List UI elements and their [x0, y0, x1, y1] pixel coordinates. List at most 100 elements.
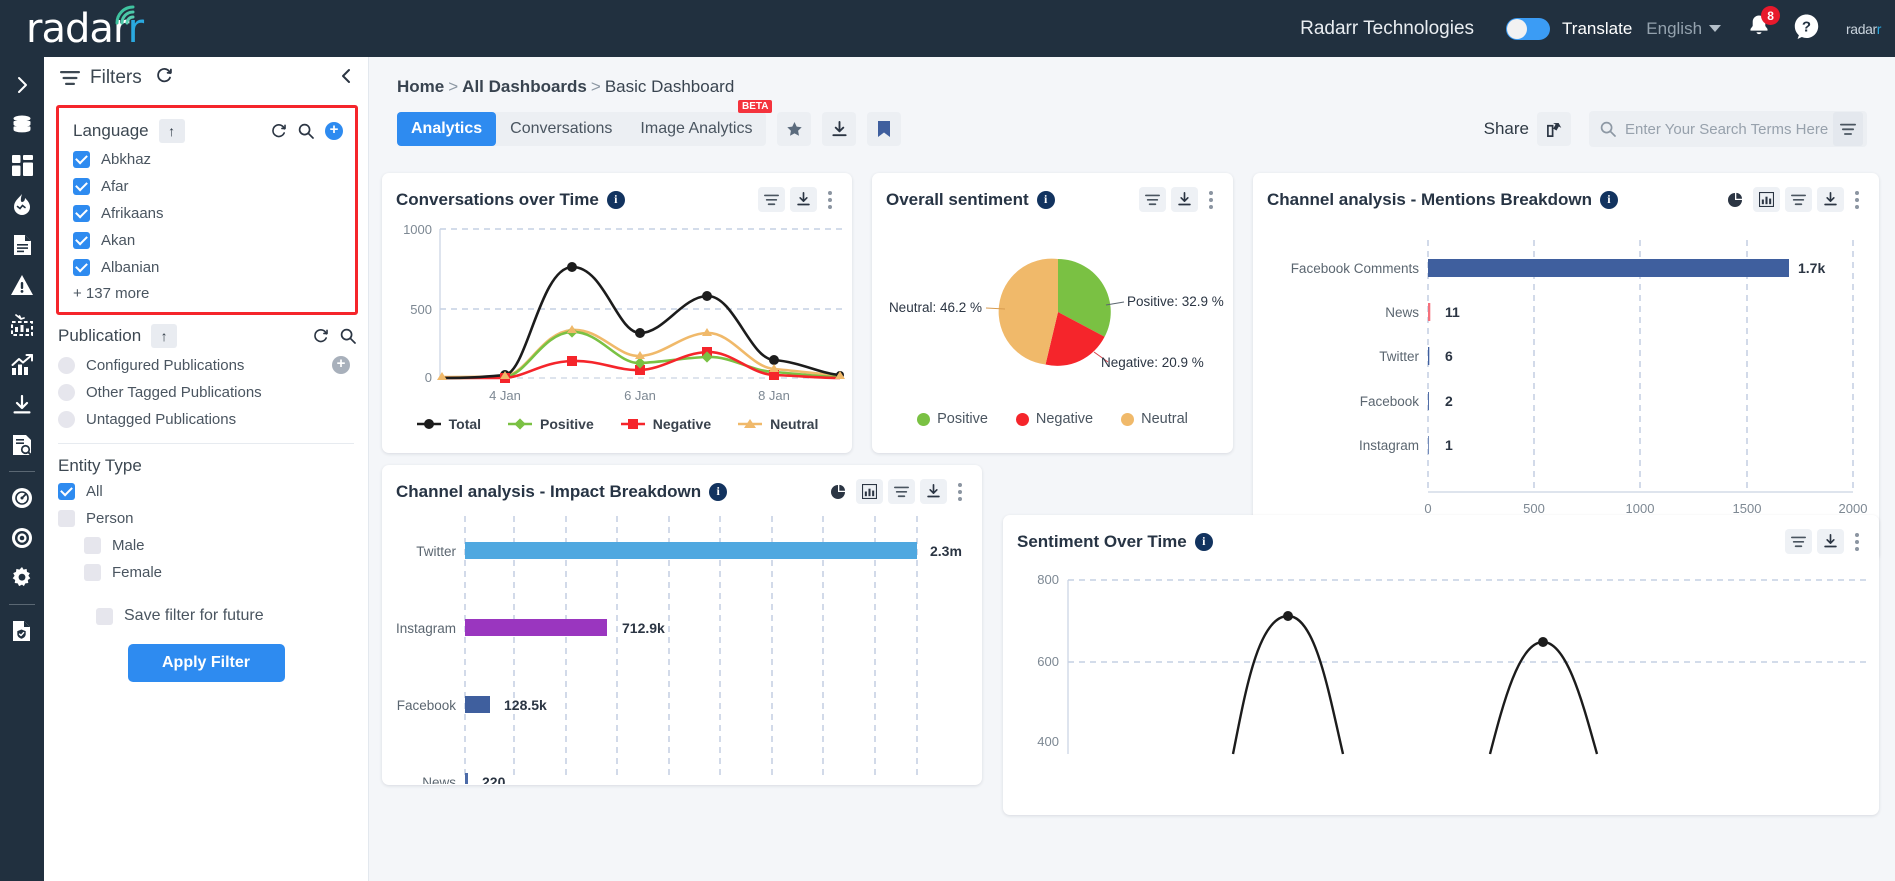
- share-button[interactable]: [1537, 112, 1571, 146]
- publication-refresh-button[interactable]: [313, 328, 329, 344]
- language-refresh-button[interactable]: [271, 123, 287, 139]
- notifications-button[interactable]: 8: [1747, 6, 1781, 44]
- sidebar-item-compliance[interactable]: [0, 611, 44, 651]
- publication-add-button[interactable]: +: [332, 356, 350, 374]
- info-icon[interactable]: i: [606, 190, 625, 209]
- card-download-button[interactable]: [1817, 529, 1844, 554]
- tab-image-analytics[interactable]: Image Analytics BETA: [626, 100, 773, 146]
- legend-negative[interactable]: Negative: [1015, 411, 1093, 427]
- legend-neutral[interactable]: Neutral: [737, 416, 818, 432]
- entity-type-option-row[interactable]: Female: [44, 559, 368, 586]
- legend-positive[interactable]: Positive: [917, 411, 988, 427]
- sidebar-item-settings[interactable]: [0, 558, 44, 598]
- sidebar-item-report-search[interactable]: [0, 425, 44, 465]
- language-checkbox[interactable]: [73, 232, 90, 249]
- language-option-row[interactable]: Akan: [59, 227, 355, 254]
- tab-analytics[interactable]: Analytics: [397, 112, 497, 146]
- language-option-row[interactable]: Afrikaans: [59, 200, 355, 227]
- language-checkbox[interactable]: [73, 205, 90, 222]
- language-more-link[interactable]: + 137 more: [59, 281, 355, 302]
- language-add-button[interactable]: +: [325, 122, 343, 140]
- publication-radio[interactable]: [58, 384, 75, 401]
- sidebar-item-documents[interactable]: [0, 225, 44, 265]
- sidebar-item-dashboards[interactable]: [0, 145, 44, 185]
- card-download-button[interactable]: [1171, 187, 1198, 212]
- card-filter-button[interactable]: [758, 187, 785, 212]
- bookmark-button[interactable]: [867, 112, 902, 146]
- sidebar-item-trending[interactable]: [0, 185, 44, 225]
- search-filter-button[interactable]: [1833, 112, 1863, 146]
- save-filter-row[interactable]: Save filter for future: [44, 602, 368, 630]
- sidebar-item-download[interactable]: [0, 385, 44, 425]
- sidebar-item-analytics-board[interactable]: [0, 305, 44, 345]
- entity-type-checkbox[interactable]: [58, 483, 75, 500]
- publication-option-row[interactable]: Other Tagged Publications: [44, 379, 368, 406]
- breadcrumb-all-dashboards[interactable]: All Dashboards: [462, 77, 587, 96]
- card-download-button[interactable]: [1817, 187, 1844, 212]
- info-icon[interactable]: i: [1036, 190, 1055, 209]
- legend-negative[interactable]: Negative: [620, 416, 711, 432]
- radarr-logo[interactable]: radarr: [26, 5, 144, 49]
- tab-conversations[interactable]: Conversations: [496, 112, 626, 146]
- language-option-row[interactable]: Abkhaz: [59, 146, 355, 173]
- card-menu-button[interactable]: [1849, 190, 1865, 209]
- card-menu-button[interactable]: [1849, 532, 1865, 551]
- language-sort-button[interactable]: ↑: [158, 119, 185, 143]
- card-download-button[interactable]: [920, 479, 947, 504]
- card-menu-button[interactable]: [1203, 190, 1219, 209]
- chevron-down-icon[interactable]: [1709, 25, 1722, 32]
- language-checkbox[interactable]: [73, 151, 90, 168]
- publication-option-row[interactable]: Configured Publications +: [44, 351, 368, 379]
- card-filter-button[interactable]: [1785, 187, 1812, 212]
- entity-type-checkbox[interactable]: [58, 510, 75, 527]
- info-icon[interactable]: i: [709, 482, 728, 501]
- card-pie-view-button[interactable]: [1721, 187, 1748, 212]
- publication-radio[interactable]: [58, 411, 75, 428]
- entity-type-option-row[interactable]: Male: [44, 532, 368, 559]
- info-icon[interactable]: i: [1599, 190, 1618, 209]
- language-checkbox[interactable]: [73, 178, 90, 195]
- info-icon[interactable]: i: [1194, 532, 1213, 551]
- legend-positive[interactable]: Positive: [507, 416, 594, 432]
- legend-total[interactable]: Total: [416, 416, 481, 432]
- sidebar-item-alerts[interactable]: [0, 265, 44, 305]
- sidebar-item-database[interactable]: [0, 105, 44, 145]
- card-pie-view-button[interactable]: [824, 479, 851, 504]
- sidebar-item-performance[interactable]: [0, 478, 44, 518]
- save-filter-checkbox[interactable]: [96, 607, 113, 625]
- collapse-filters-button[interactable]: [338, 68, 354, 89]
- card-download-button[interactable]: [790, 187, 817, 212]
- sidebar-item-target[interactable]: [0, 518, 44, 558]
- publication-radio[interactable]: [58, 356, 75, 374]
- language-option-row[interactable]: Albanian: [59, 254, 355, 281]
- card-filter-button[interactable]: [1785, 529, 1812, 554]
- language-checkbox[interactable]: [73, 259, 90, 276]
- entity-type-checkbox[interactable]: [84, 564, 101, 581]
- publication-sort-button[interactable]: ↑: [151, 324, 178, 348]
- entity-type-checkbox[interactable]: [84, 537, 101, 554]
- breadcrumb-home[interactable]: Home: [397, 77, 444, 96]
- language-option-row[interactable]: Afar: [59, 173, 355, 200]
- filters-refresh-button[interactable]: [156, 67, 173, 89]
- entity-type-option-row[interactable]: All: [44, 478, 368, 505]
- sidebar-item-growth[interactable]: [0, 345, 44, 385]
- publication-option-row[interactable]: Untagged Publications: [44, 406, 368, 433]
- publication-search-button[interactable]: [340, 328, 356, 344]
- card-bar-view-button[interactable]: [856, 479, 883, 504]
- card-menu-button[interactable]: [822, 190, 838, 209]
- card-filter-button[interactable]: [888, 479, 915, 504]
- expand-rail-chevron[interactable]: [0, 65, 44, 105]
- card-menu-button[interactable]: [952, 482, 968, 501]
- translate-toggle[interactable]: [1506, 17, 1551, 40]
- search-box[interactable]: [1589, 111, 1867, 147]
- card-bar-view-button[interactable]: [1753, 187, 1780, 212]
- entity-type-option-row[interactable]: Person: [44, 505, 368, 532]
- card-filter-button[interactable]: [1139, 187, 1166, 212]
- search-input[interactable]: [1625, 120, 1833, 138]
- language-search-button[interactable]: [298, 123, 314, 139]
- favorite-button[interactable]: [777, 112, 812, 146]
- legend-neutral[interactable]: Neutral: [1121, 411, 1188, 427]
- apply-filter-button[interactable]: Apply Filter: [127, 644, 285, 682]
- language-selector-value[interactable]: English: [1646, 19, 1702, 39]
- export-button[interactable]: [822, 112, 857, 146]
